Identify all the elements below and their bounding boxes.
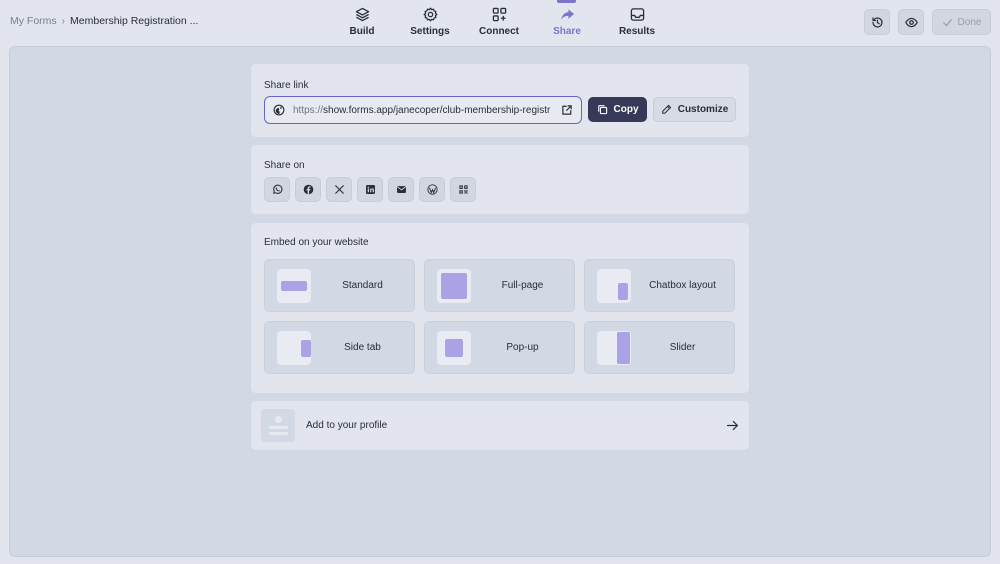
linkedin-icon <box>365 185 375 194</box>
embed-option-slider[interactable]: Slider <box>584 321 735 374</box>
inbox-icon <box>630 8 644 21</box>
url-path: show.forms.app/janecoper/club-membership… <box>323 104 551 116</box>
preview-button[interactable] <box>898 9 924 35</box>
grid-plus-icon <box>492 7 506 22</box>
breadcrumb-my-forms[interactable]: My Forms <box>10 15 57 27</box>
wordpress-icon <box>426 184 438 195</box>
arrow-right-icon <box>727 420 738 431</box>
embed-option-label: Standard <box>342 280 383 291</box>
breadcrumb-separator: › <box>61 15 66 27</box>
layers-icon <box>355 7 369 22</box>
main-nav: Build Settings Connect Share Results <box>330 0 672 46</box>
facebook-icon <box>303 184 313 195</box>
tab-build[interactable]: Build <box>330 0 394 46</box>
pop-up-embed-icon <box>437 331 471 365</box>
whatsapp-icon <box>272 184 282 194</box>
embed-panel: Embed on your website Standard Full-page… <box>251 223 749 393</box>
customize-link-button[interactable]: Customize <box>653 97 736 122</box>
tab-share-label: Share <box>553 26 581 37</box>
copy-icon <box>597 105 607 115</box>
tab-share[interactable]: Share <box>532 0 602 46</box>
done-button[interactable]: Done <box>932 9 991 35</box>
embed-option-standard[interactable]: Standard <box>264 259 415 312</box>
email-icon <box>396 186 406 193</box>
tab-results-label: Results <box>618 26 656 37</box>
embed-option-side-tab[interactable]: Side tab <box>264 321 415 374</box>
share-link-title: Share link <box>264 80 309 91</box>
side-tab-embed-icon <box>277 331 311 365</box>
share-email-button[interactable] <box>388 177 414 202</box>
breadcrumb-form-name[interactable]: Membership Registration ... <box>70 15 198 27</box>
share-url-text: https://show.forms.app/janecoper/club-me… <box>293 105 553 116</box>
tab-build-label: Build <box>349 26 375 37</box>
embed-option-label: Full-page <box>501 280 544 291</box>
share-qr-button[interactable] <box>450 177 476 202</box>
tab-settings-label: Settings <box>410 26 450 37</box>
profile-card-icon <box>261 409 295 442</box>
qr-code-icon <box>458 185 468 194</box>
full-page-embed-icon <box>437 269 471 303</box>
embed-option-label: Chatbox layout <box>649 280 716 291</box>
share-on-title: Share on <box>264 160 305 171</box>
external-link-icon[interactable] <box>561 104 573 116</box>
slider-embed-icon <box>597 331 631 365</box>
chatbox-embed-icon <box>597 269 631 303</box>
embed-option-pop-up[interactable]: Pop-up <box>424 321 575 374</box>
history-icon <box>871 16 883 28</box>
tab-results[interactable]: Results <box>602 0 672 46</box>
done-label: Done <box>957 16 982 28</box>
customize-label: Customize <box>677 104 729 115</box>
share-whatsapp-button[interactable] <box>264 177 290 202</box>
globe-icon <box>273 104 285 116</box>
history-button[interactable] <box>864 9 890 35</box>
check-icon <box>942 18 952 26</box>
embed-title: Embed on your website <box>264 237 369 248</box>
standard-embed-icon <box>277 269 311 303</box>
share-facebook-button[interactable] <box>295 177 321 202</box>
tab-settings[interactable]: Settings <box>394 0 466 46</box>
x-icon <box>334 185 344 194</box>
tab-connect[interactable]: Connect <box>466 0 532 46</box>
copy-link-button[interactable]: Copy <box>588 97 647 122</box>
share-url-field[interactable]: https://show.forms.app/janecoper/club-me… <box>264 96 582 124</box>
add-to-profile-label: Add to your profile <box>306 420 388 431</box>
top-bar: My Forms › Membership Registration ... B… <box>0 0 1000 46</box>
url-protocol: https:// <box>293 104 324 116</box>
breadcrumb: My Forms › Membership Registration ... <box>10 15 198 27</box>
embed-option-label: Pop-up <box>506 342 539 353</box>
social-buttons <box>264 177 476 202</box>
share-link-panel: Share link https://show.forms.app/janeco… <box>251 64 749 137</box>
top-actions: Done <box>864 9 991 35</box>
copy-label: Copy <box>613 104 639 115</box>
share-wordpress-button[interactable] <box>419 177 445 202</box>
gear-icon <box>423 7 437 22</box>
eye-icon <box>904 17 918 27</box>
share-linkedin-button[interactable] <box>357 177 383 202</box>
embed-option-label: Slider <box>669 342 696 353</box>
embed-options-grid: Standard Full-page Chatbox layout Side t… <box>264 259 735 374</box>
embed-option-full-page[interactable]: Full-page <box>424 259 575 312</box>
embed-option-label: Side tab <box>344 342 381 353</box>
share-x-button[interactable] <box>326 177 352 202</box>
embed-option-chatbox-layout[interactable]: Chatbox layout <box>584 259 735 312</box>
share-on-panel: Share on <box>251 145 749 214</box>
add-to-profile-row[interactable]: Add to your profile <box>251 401 749 450</box>
pencil-icon <box>661 104 671 114</box>
tab-connect-label: Connect <box>479 26 519 37</box>
share-arrow-icon <box>560 9 574 20</box>
